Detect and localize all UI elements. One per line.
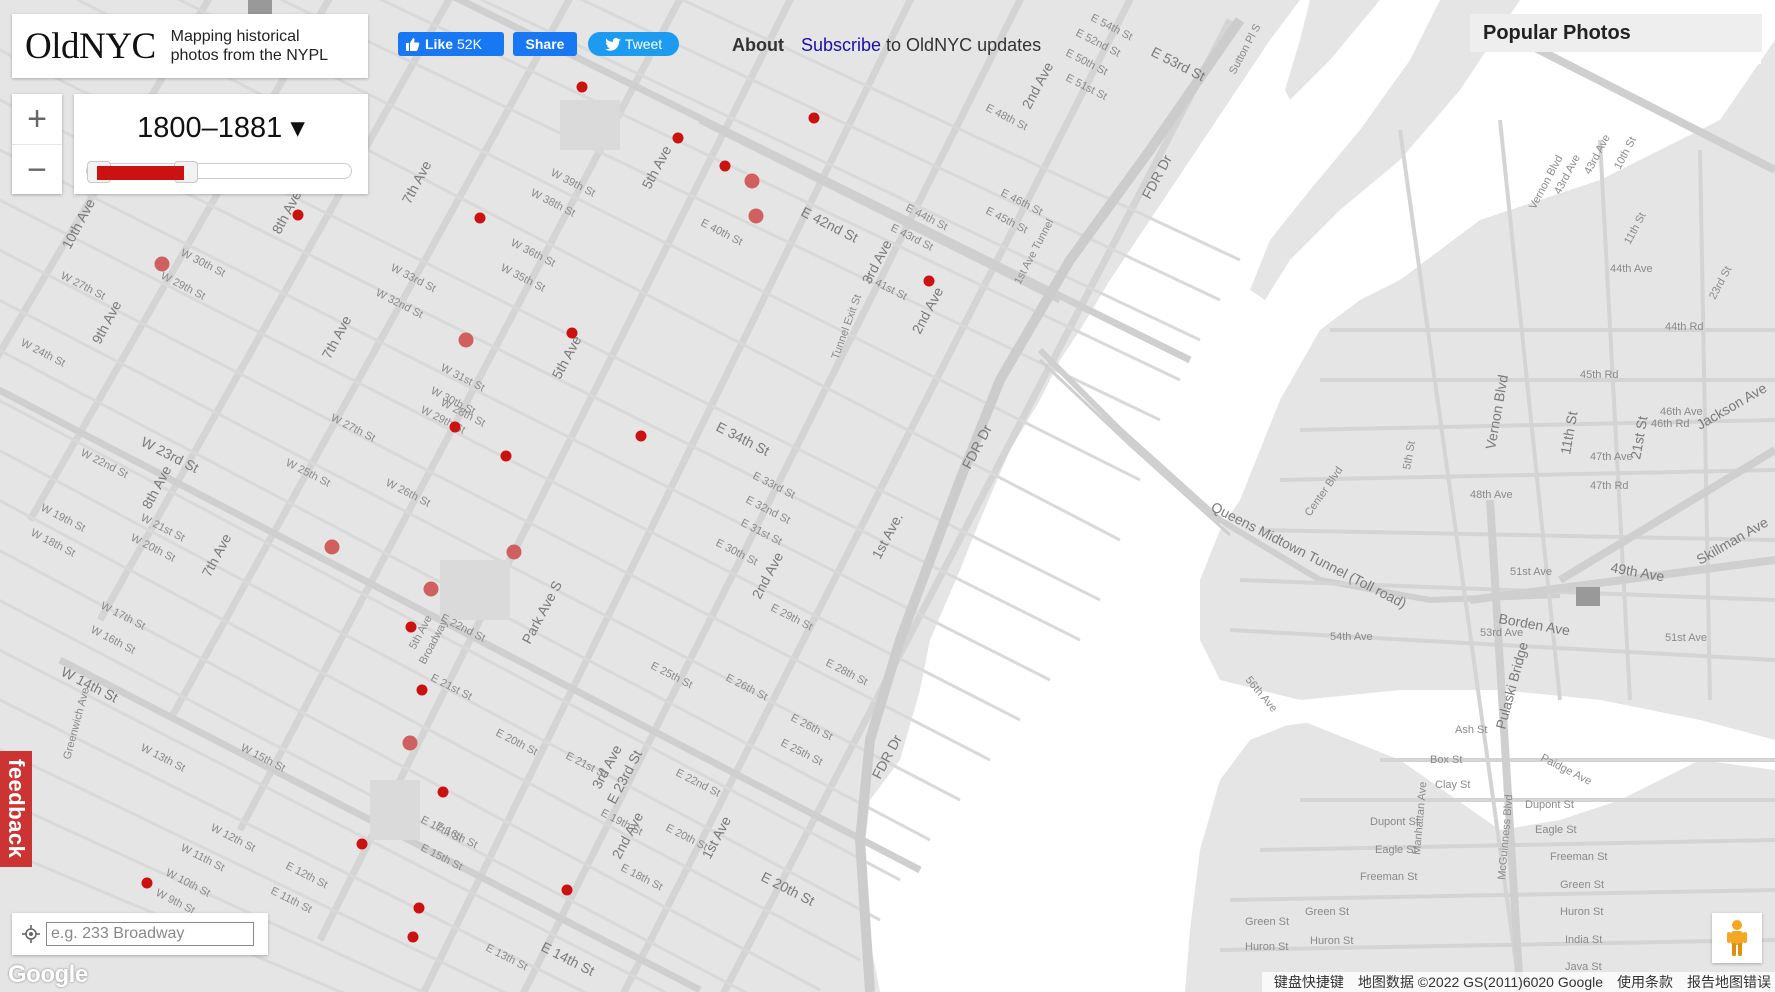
photo-marker[interactable] (356, 838, 368, 850)
street-view-pegman-button[interactable] (1712, 913, 1762, 963)
svg-text:45th Rd: 45th Rd (1580, 369, 1619, 381)
photo-marker[interactable] (561, 884, 573, 896)
keyboard-shortcuts-link[interactable]: 键盘快捷键 (1274, 972, 1344, 992)
svg-text:Huron St: Huron St (1245, 941, 1288, 953)
feedback-tab[interactable]: feedback (0, 751, 32, 867)
svg-text:Clay St: Clay St (1435, 779, 1470, 791)
svg-text:Box St: Box St (1430, 754, 1462, 766)
zoom-out-button[interactable]: − (12, 144, 62, 195)
svg-text:Green St: Green St (1245, 916, 1289, 928)
about-link[interactable]: About (732, 35, 784, 55)
photo-marker[interactable] (437, 786, 449, 798)
like-label: Like (425, 36, 454, 52)
svg-text:Huron St: Huron St (1560, 906, 1603, 918)
svg-text:47th Ave: 47th Ave (1590, 451, 1633, 463)
subscribe-suffix: to OldNYC updates (881, 35, 1042, 55)
svg-text:44th Ave: 44th Ave (1610, 263, 1653, 275)
svg-text:47th Rd: 47th Rd (1590, 480, 1629, 492)
photo-marker[interactable] (474, 212, 486, 224)
facebook-share-button[interactable]: Share (513, 32, 577, 56)
photo-marker[interactable] (566, 327, 578, 339)
popular-photos-edge (1713, 52, 1761, 64)
svg-text:46th Rd: 46th Rd (1651, 418, 1690, 430)
pegman-icon (1727, 920, 1747, 956)
svg-text:Freeman St: Freeman St (1360, 871, 1417, 883)
svg-text:Dupont St: Dupont St (1525, 799, 1574, 811)
photo-marker[interactable] (672, 132, 684, 144)
svg-text:48th Ave: 48th Ave (1470, 489, 1513, 501)
thumbs-up-icon (406, 37, 420, 51)
photo-cluster-marker[interactable] (458, 332, 474, 348)
site-logo-title[interactable]: OldNYC (25, 25, 156, 68)
zoom-controls: + − (12, 94, 62, 194)
svg-text:Huron St: Huron St (1310, 935, 1353, 947)
tweet-button[interactable]: Tweet (588, 32, 679, 56)
photo-cluster-marker[interactable] (402, 735, 418, 751)
year-range-dropdown[interactable]: 1800–1881 ▾ (74, 110, 368, 145)
photo-cluster-marker[interactable] (744, 173, 760, 189)
subscribe-link[interactable]: Subscribe (801, 35, 881, 55)
svg-text:India St: India St (1565, 934, 1602, 946)
photo-marker[interactable] (576, 81, 588, 93)
year-range-fill (97, 166, 185, 180)
like-count: 52K (457, 36, 482, 52)
photo-marker[interactable] (416, 684, 428, 696)
site-tagline: Mapping historical photos from the NYPL (170, 28, 329, 64)
photo-cluster-marker[interactable] (423, 581, 439, 597)
terms-link[interactable]: 使用条款 (1617, 972, 1673, 992)
header-links: About Subscribe to OldNYC updates (732, 35, 1041, 56)
photo-cluster-marker[interactable] (324, 539, 340, 555)
svg-text:Dupont St: Dupont St (1370, 816, 1419, 828)
address-search-panel (12, 913, 268, 955)
svg-text:Green St: Green St (1305, 906, 1349, 918)
logo-panel: OldNYC Mapping historical photos from th… (12, 14, 368, 78)
svg-text:Green St: Green St (1560, 879, 1604, 891)
map-attribution: 键盘快捷键 地图数据 ©2022 GS(2011)6020 Google 使用条… (1261, 972, 1775, 992)
svg-text:54th Ave: 54th Ave (1330, 631, 1373, 643)
svg-text:46th Ave: 46th Ave (1660, 406, 1703, 418)
popular-photos-title: Popular Photos (1483, 21, 1631, 44)
address-search-input[interactable] (46, 922, 254, 946)
tweet-label: Tweet (624, 36, 663, 52)
zoom-in-button[interactable]: + (12, 94, 62, 144)
map-data-text: 地图数据 ©2022 GS(2011)6020 Google (1357, 974, 1603, 990)
feedback-label: feedback (4, 759, 29, 859)
photo-marker[interactable] (405, 621, 417, 633)
photo-marker[interactable] (719, 160, 731, 172)
svg-text:Ash St: Ash St (1455, 724, 1487, 736)
photo-cluster-marker[interactable] (506, 544, 522, 560)
report-error-link[interactable]: 报告地图错误 (1687, 972, 1771, 992)
svg-text:Freeman St: Freeman St (1550, 851, 1607, 863)
google-logo: Google (8, 961, 88, 988)
share-label: Share (525, 36, 565, 52)
popular-photos-panel[interactable]: Popular Photos (1470, 14, 1762, 52)
photo-marker[interactable] (413, 902, 425, 914)
photo-cluster-marker[interactable] (748, 208, 764, 224)
photo-marker[interactable] (407, 931, 419, 943)
photo-cluster-marker[interactable] (154, 256, 170, 272)
svg-text:53rd Ave: 53rd Ave (1480, 627, 1523, 639)
photo-marker[interactable] (808, 112, 820, 124)
photo-marker[interactable] (635, 430, 647, 442)
svg-text:44th Rd: 44th Rd (1665, 321, 1704, 333)
twitter-bird-icon (605, 37, 621, 51)
svg-text:51st Ave: 51st Ave (1665, 632, 1707, 644)
locate-me-icon[interactable] (22, 925, 40, 943)
photo-marker[interactable] (141, 877, 153, 889)
photo-marker[interactable] (923, 275, 935, 287)
facebook-like-button[interactable]: Like 52K (398, 32, 504, 56)
photo-marker[interactable] (500, 450, 512, 462)
photo-marker[interactable] (449, 421, 461, 433)
svg-text:51st Ave: 51st Ave (1510, 566, 1552, 578)
svg-text:Eagle St: Eagle St (1535, 824, 1577, 836)
year-range-panel: 1800–1881 ▾ (74, 94, 368, 194)
photo-marker[interactable] (292, 209, 304, 221)
